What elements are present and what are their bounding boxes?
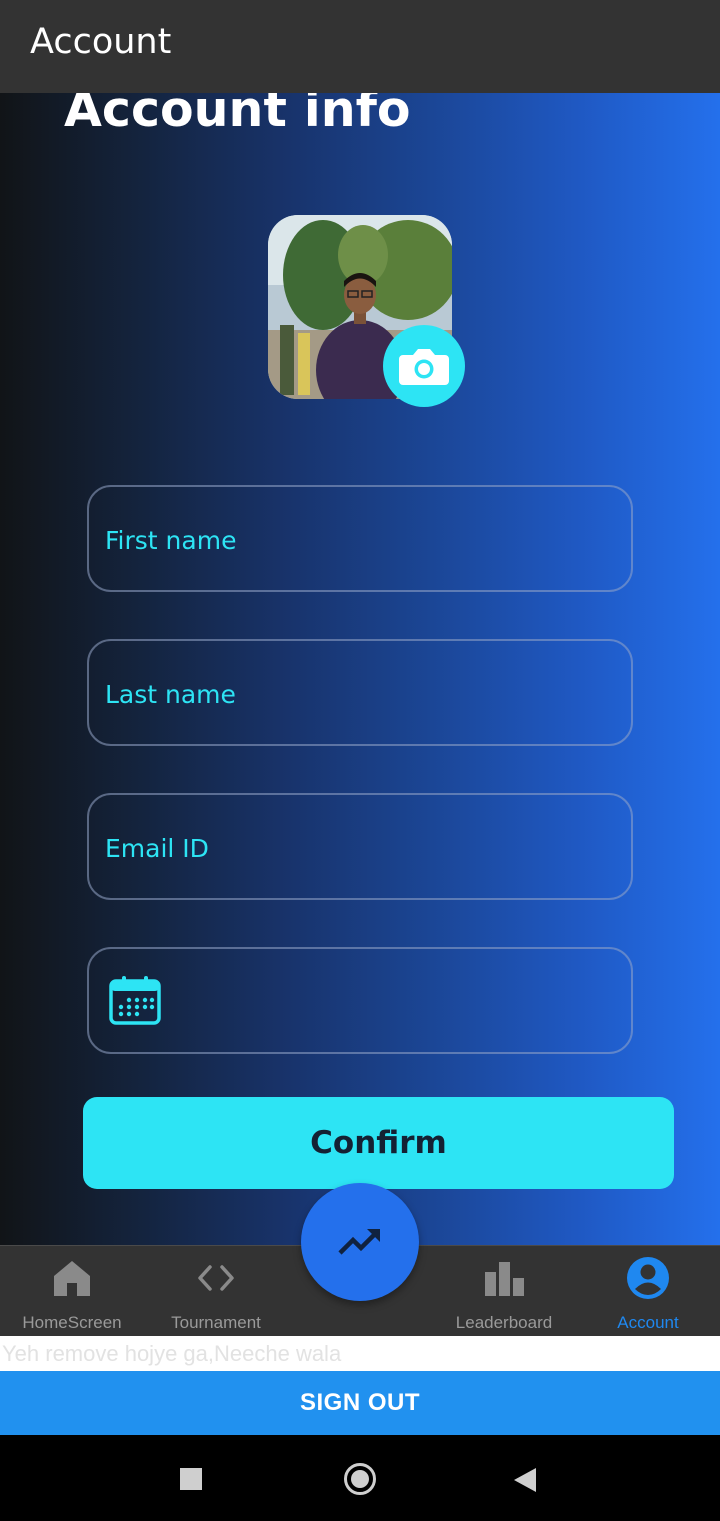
page-title: Account info: [64, 93, 411, 138]
recents-icon[interactable]: [180, 1468, 202, 1490]
nav-label-leaderboard: Leaderboard: [455, 1313, 553, 1332]
avatar-container: [268, 215, 465, 407]
footer-note: Yeh remove hojye ga,Neeche wala: [2, 1341, 342, 1366]
home-icon: [54, 1261, 90, 1296]
back-icon[interactable]: [514, 1468, 536, 1492]
app-bar-title: Account: [30, 22, 172, 62]
nav-label-tournament: Tournament: [171, 1313, 261, 1332]
app-bar: Account: [0, 0, 720, 93]
last-name-field[interactable]: Last name: [87, 639, 633, 746]
home-circle-icon[interactable]: [343, 1462, 377, 1496]
change-photo-button[interactable]: [383, 325, 465, 407]
sign-out-button[interactable]: SIGN OUT: [0, 1371, 720, 1435]
nav-item-homescreen[interactable]: HomeScreen: [0, 1246, 144, 1336]
nav-item-tournament[interactable]: Tournament: [144, 1246, 288, 1336]
email-label: Email ID: [105, 834, 209, 863]
nav-item-leaderboard[interactable]: Leaderboard: [432, 1246, 576, 1336]
date-of-birth-field[interactable]: [87, 947, 633, 1054]
first-name-field[interactable]: First name: [87, 485, 633, 592]
nav-label-homescreen: HomeScreen: [22, 1313, 122, 1332]
email-field[interactable]: Email ID: [87, 793, 633, 900]
camera-icon: [399, 349, 449, 385]
first-name-label: First name: [105, 526, 237, 555]
nav-item-account[interactable]: Account: [576, 1246, 720, 1336]
bar-chart-icon: [485, 1262, 524, 1296]
last-name-label: Last name: [105, 680, 236, 709]
calendar-icon[interactable]: [109, 975, 161, 1025]
nav-label-account: Account: [617, 1313, 679, 1332]
trending-fab-button[interactable]: [301, 1183, 419, 1301]
trending-up-icon: [338, 1229, 380, 1255]
code-icon: [198, 1265, 234, 1291]
confirm-button[interactable]: Confirm: [83, 1097, 674, 1189]
account-circle-icon: [627, 1257, 669, 1299]
system-nav-bar: [0, 1435, 720, 1521]
account-content[interactable]: Account info First name Last name Email …: [0, 93, 720, 1245]
